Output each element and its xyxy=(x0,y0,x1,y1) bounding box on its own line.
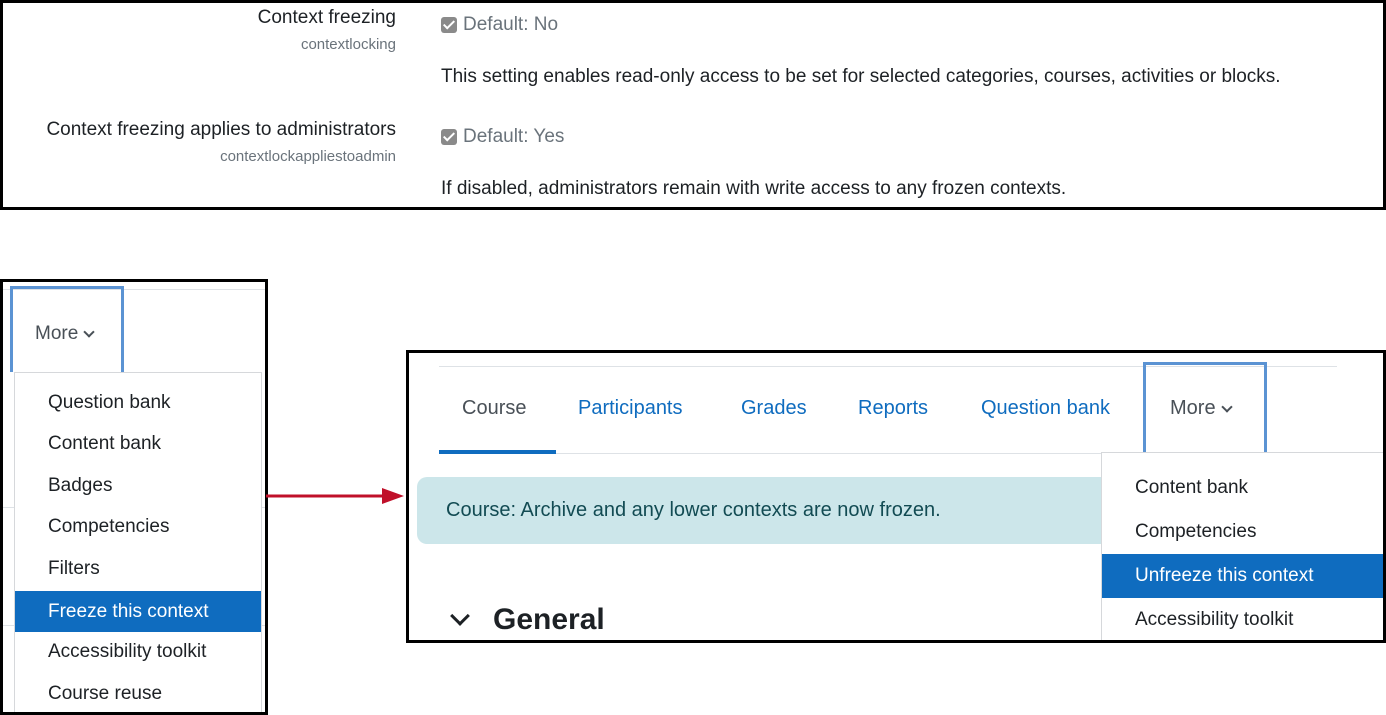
setting-label: Context freezing applies to administrato… xyxy=(46,119,396,140)
setting-label: Context freezing xyxy=(257,7,396,28)
section-title: General xyxy=(493,603,605,636)
menu-item-accessibility-toolkit[interactable]: Accessibility toolkit xyxy=(1102,599,1383,640)
more-dropdown-menu: Question bank Content bank Badges Compet… xyxy=(14,372,262,712)
setting-description: If disabled, administrators remain with … xyxy=(441,178,1067,199)
menu-item-unfreeze-context[interactable]: Unfreeze this context xyxy=(1102,554,1383,598)
tab-course[interactable]: Course xyxy=(462,397,526,420)
menu-item-filters[interactable]: Filters xyxy=(15,549,261,589)
setting-key: contextlocking xyxy=(300,36,396,53)
tab-grades[interactable]: Grades xyxy=(741,397,807,420)
more-label: More xyxy=(1170,397,1216,419)
setting-default: Default: Yes xyxy=(441,126,564,148)
chevron-down-icon xyxy=(1220,400,1233,413)
section-general-header[interactable]: General xyxy=(450,603,605,637)
menu-item-freeze-context[interactable]: Freeze this context xyxy=(15,591,261,632)
arrow-right-icon xyxy=(266,488,404,504)
checkbox-icon[interactable] xyxy=(441,17,457,33)
tab-reports[interactable]: Reports xyxy=(858,397,928,420)
settings-panel: Context freezing contextlocking Default:… xyxy=(0,0,1386,210)
menu-item-accessibility-toolkit[interactable]: Accessibility toolkit xyxy=(15,632,261,672)
setting-key: contextlockappliestoadmin xyxy=(220,148,396,165)
menu-item-competencies[interactable]: Competencies xyxy=(15,507,261,547)
tab-question-bank[interactable]: Question bank xyxy=(981,397,1110,420)
menu-item-badges[interactable]: Badges xyxy=(15,466,261,506)
chevron-down-icon xyxy=(83,326,95,338)
more-button[interactable]: More xyxy=(1170,397,1233,420)
tab-participants[interactable]: Participants xyxy=(578,397,683,420)
setting-description: This setting enables read-only access to… xyxy=(441,66,1281,87)
menu-item-content-bank[interactable]: Content bank xyxy=(1102,467,1383,509)
menu-item-competencies[interactable]: Competencies xyxy=(1102,511,1383,553)
frozen-alert: Course: Archive and any lower contexts a… xyxy=(417,477,1177,544)
menu-item-question-bank[interactable]: Question bank xyxy=(15,383,261,423)
more-dropdown-menu: Content bank Competencies Unfreeze this … xyxy=(1101,452,1383,640)
checkbox-icon[interactable] xyxy=(441,129,457,145)
setting-default: Default: No xyxy=(441,14,558,36)
menu-item-content-bank[interactable]: Content bank xyxy=(15,424,261,464)
active-tab-indicator xyxy=(439,450,556,454)
setting-default-text: Default: Yes xyxy=(463,126,565,147)
menu-item-course-reuse[interactable]: Course reuse xyxy=(15,674,261,712)
more-label: More xyxy=(35,323,79,344)
frozen-course-panel: Course Participants Grades Reports Quest… xyxy=(406,350,1386,643)
more-tab[interactable]: More xyxy=(1143,362,1267,452)
chevron-down-icon[interactable] xyxy=(450,606,470,626)
setting-default-text: Default: No xyxy=(463,14,559,35)
more-button[interactable]: More xyxy=(35,323,95,345)
freeze-menu-panel: More Question bank Content bank Badges C… xyxy=(0,279,268,715)
more-tab[interactable]: More xyxy=(10,286,124,372)
